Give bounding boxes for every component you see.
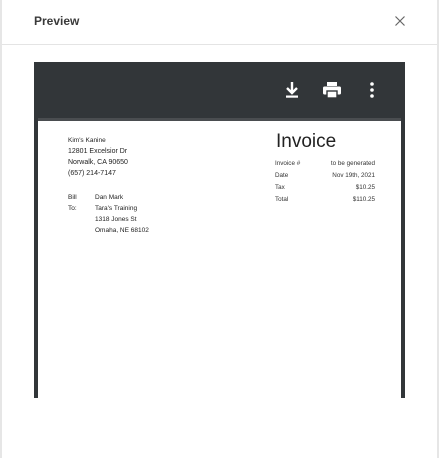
meta-row: Invoice # to be generated (275, 160, 375, 172)
modal-title: Preview (34, 14, 80, 28)
viewer-frame-right (401, 118, 405, 398)
meta-value: to be generated (330, 160, 375, 167)
sender-city: Norwalk, CA 90650 (68, 159, 128, 166)
print-button[interactable] (320, 78, 344, 102)
bill-to-line: Omaha, NE 68102 (95, 227, 149, 234)
close-button[interactable] (392, 13, 408, 29)
sender-street: 12801 Excelsior Dr (68, 148, 128, 155)
sender-phone: (657) 214-7147 (68, 170, 116, 177)
download-button[interactable] (280, 78, 304, 102)
meta-label: Total (275, 196, 289, 203)
modal-header: Preview (2, 0, 437, 45)
bill-to-line: Tara's Training (95, 205, 138, 212)
print-icon (323, 82, 341, 99)
meta-value: Nov 19th, 2021 (332, 172, 375, 179)
sender-address: Kim's Kanine 12801 Excelsior Dr Norwalk,… (68, 135, 128, 179)
meta-value: $10.25 (355, 184, 375, 191)
meta-label: Invoice # (275, 160, 301, 167)
meta-row: Total $110.25 (275, 196, 375, 208)
preview-modal: Preview Kim's Kanine 12801 Excelsior Dr … (2, 0, 437, 458)
download-icon (286, 82, 298, 98)
more-button[interactable] (360, 78, 384, 102)
pdf-toolbar (34, 62, 405, 118)
sender-name: Kim's Kanine (68, 137, 106, 144)
bill-to-line: 1318 Jones St (95, 216, 137, 223)
meta-label: Date (275, 172, 289, 179)
meta-row: Tax $10.25 (275, 184, 375, 196)
invoice-meta: Invoice # to be generated Date Nov 19th,… (275, 160, 375, 208)
meta-row: Date Nov 19th, 2021 (275, 172, 375, 184)
close-icon (395, 16, 405, 26)
invoice-title: Invoice (276, 131, 337, 152)
meta-value: $110.25 (352, 196, 375, 203)
bill-to-line: Dan Mark (95, 194, 124, 201)
more-vert-icon (370, 82, 374, 98)
bill-to-label: Bill To: (68, 194, 77, 212)
meta-label: Tax (275, 184, 285, 191)
pdf-viewer: Kim's Kanine 12801 Excelsior Dr Norwalk,… (34, 62, 405, 398)
invoice-document: Kim's Kanine 12801 Excelsior Dr Norwalk,… (38, 121, 401, 398)
bill-to-address: Dan Mark Tara's Training 1318 Jones St O… (95, 192, 149, 236)
